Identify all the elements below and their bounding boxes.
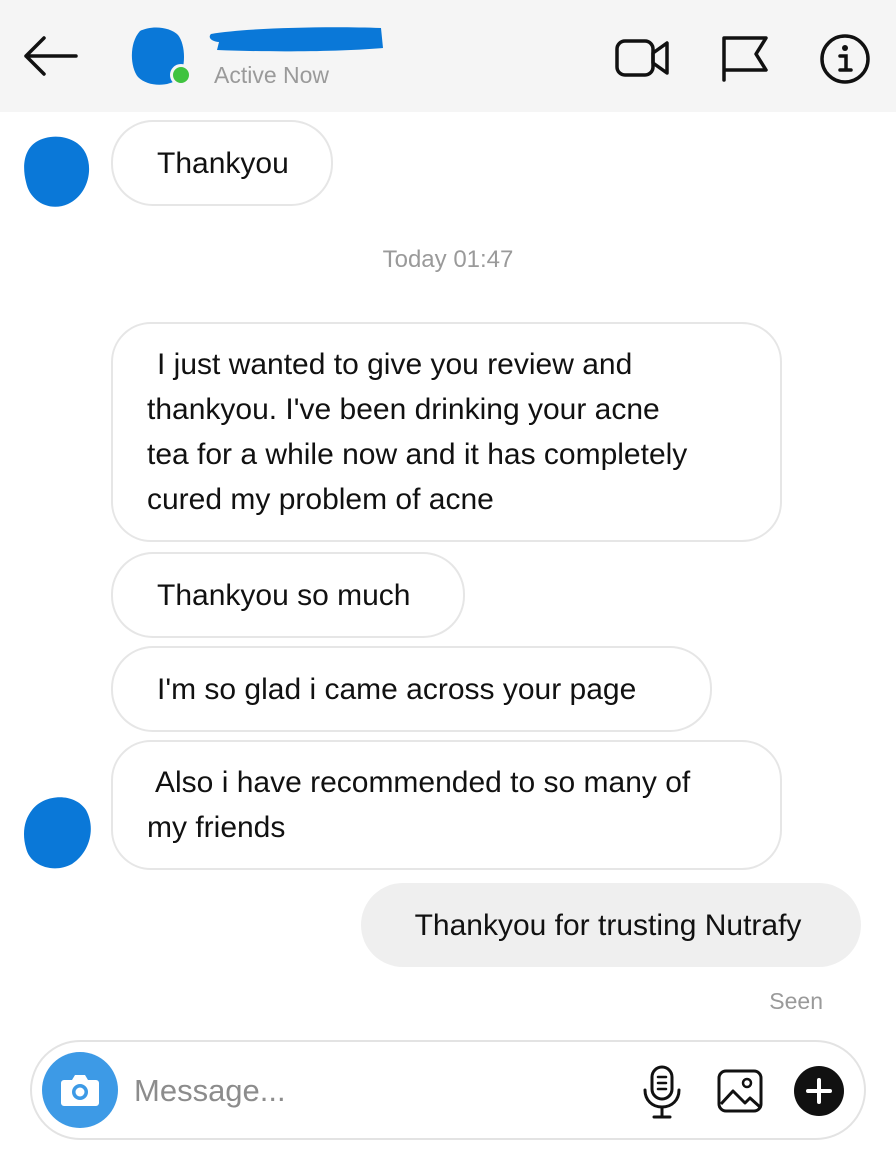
message-text-line: I just wanted to give you review and bbox=[157, 348, 633, 381]
message-text-line: Also i have recommended to so many of bbox=[155, 766, 691, 799]
message-bubble-incoming[interactable]: I just wanted to give you review and tha… bbox=[111, 322, 782, 542]
active-status-label: Active Now bbox=[214, 62, 330, 88]
camera-icon bbox=[61, 1075, 99, 1106]
active-status-dot bbox=[170, 64, 192, 86]
message-bubble-incoming[interactable]: Thankyou bbox=[111, 120, 333, 206]
flag-icon bbox=[722, 36, 768, 82]
video-call-icon bbox=[615, 39, 669, 77]
message-bubble-incoming[interactable]: Also i have recommended to so many of my… bbox=[111, 740, 782, 870]
message-bubble-incoming[interactable]: Thankyou so much bbox=[111, 552, 465, 638]
back-button[interactable] bbox=[18, 30, 82, 82]
message-composer bbox=[30, 1040, 866, 1140]
voice-message-button[interactable] bbox=[640, 1064, 684, 1120]
message-text: Thankyou bbox=[157, 146, 289, 180]
message-bubble-outgoing[interactable]: Thankyou for trusting Nutrafy bbox=[361, 883, 861, 967]
message-text-line: my friends bbox=[147, 811, 286, 844]
message-text: Thankyou so much bbox=[157, 578, 411, 612]
message-text-line: thankyou. I've been drinking your acne bbox=[147, 393, 660, 426]
message-text: I'm so glad i came across your page bbox=[157, 672, 637, 706]
back-arrow-icon bbox=[24, 36, 78, 76]
plus-icon bbox=[806, 1078, 832, 1104]
microphone-icon bbox=[643, 1065, 681, 1119]
camera-button[interactable] bbox=[42, 1052, 118, 1128]
more-options-button[interactable] bbox=[794, 1066, 844, 1116]
message-text-line: tea for a while now and it has completel… bbox=[147, 438, 688, 471]
sender-avatar[interactable] bbox=[22, 132, 92, 210]
seen-receipt: Seen bbox=[769, 988, 823, 1014]
gallery-button[interactable] bbox=[716, 1068, 764, 1114]
info-icon bbox=[820, 34, 870, 84]
message-input[interactable] bbox=[132, 1064, 616, 1118]
message-timestamp: Today 01:47 bbox=[382, 246, 514, 273]
report-button[interactable] bbox=[718, 34, 772, 82]
message-bubble-incoming[interactable]: I'm so glad i came across your page bbox=[111, 646, 712, 732]
image-icon bbox=[717, 1069, 763, 1113]
info-button[interactable] bbox=[818, 32, 872, 86]
video-call-button[interactable] bbox=[614, 36, 672, 80]
message-text-line: cured my problem of acne bbox=[147, 483, 494, 516]
contact-name-redacted[interactable] bbox=[205, 24, 385, 54]
sender-avatar[interactable] bbox=[22, 792, 92, 870]
chat-header: Active Now bbox=[0, 0, 896, 112]
message-text: Thankyou for trusting Nutrafy bbox=[414, 908, 802, 942]
